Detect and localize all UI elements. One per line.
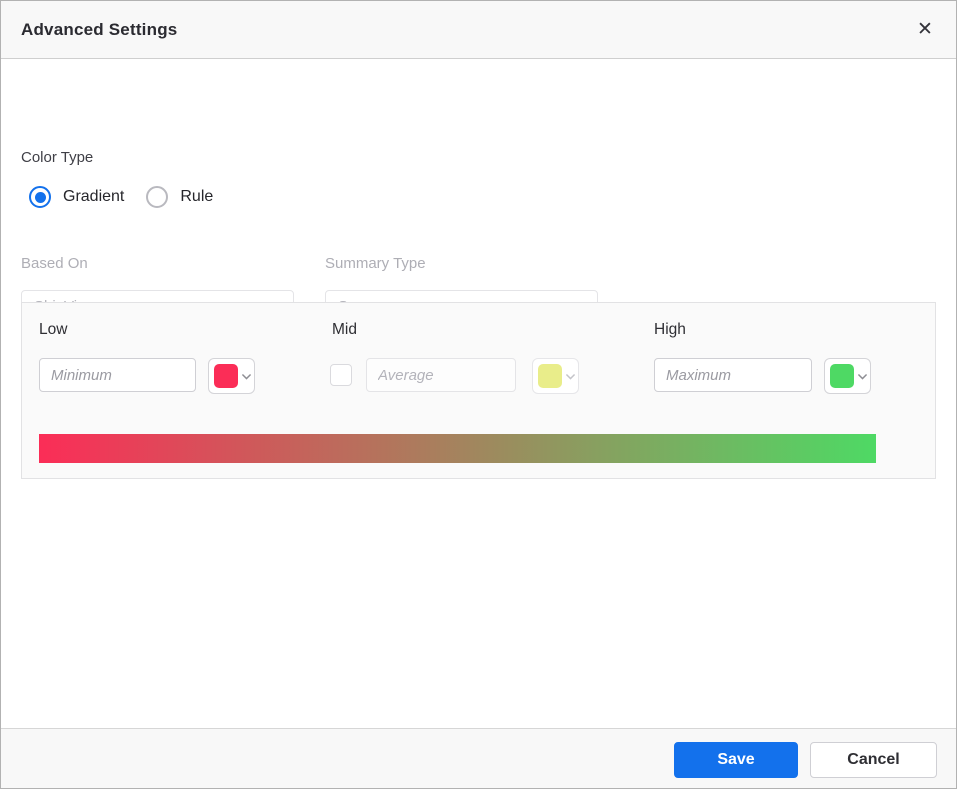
chevron-down-icon (240, 370, 253, 383)
based-on-label: Based On (21, 255, 88, 272)
high-color-swatch (830, 364, 854, 388)
low-label: Low (39, 321, 67, 339)
mid-checkbox[interactable] (330, 364, 352, 386)
close-icon[interactable]: ✕ (908, 13, 942, 47)
mid-label: Mid (332, 321, 357, 339)
dialog-content: Color Type Gradient Rule Based On ShipVi… (1, 59, 956, 728)
color-type-radio-group: Gradient Rule (29, 186, 235, 208)
gradient-range-panel: Low Mid High (21, 302, 936, 479)
low-color-swatch (214, 364, 238, 388)
low-color-picker-button[interactable] (208, 358, 255, 394)
summary-type-label: Summary Type (325, 255, 426, 272)
save-button[interactable]: Save (674, 742, 798, 778)
radio-rule[interactable]: Rule (146, 186, 213, 208)
dialog-footer: Save Cancel (1, 728, 956, 789)
radio-selected-icon (29, 186, 51, 208)
chevron-down-icon (564, 370, 577, 383)
mid-color-swatch (538, 364, 562, 388)
radio-gradient[interactable]: Gradient (29, 186, 124, 208)
radio-gradient-label: Gradient (63, 188, 124, 206)
high-label: High (654, 321, 686, 339)
minimum-input[interactable] (39, 358, 196, 392)
maximum-input[interactable] (654, 358, 812, 392)
radio-rule-label: Rule (180, 188, 213, 206)
radio-unselected-icon (146, 186, 168, 208)
high-color-picker-button[interactable] (824, 358, 871, 394)
cancel-button[interactable]: Cancel (810, 742, 937, 778)
average-input[interactable] (366, 358, 516, 392)
color-type-label: Color Type (21, 149, 93, 166)
mid-color-picker-button[interactable] (532, 358, 579, 394)
dialog-header: Advanced Settings ✕ (1, 1, 956, 59)
gradient-preview-bar (39, 434, 876, 463)
dialog-title: Advanced Settings (21, 20, 177, 40)
advanced-settings-dialog: Advanced Settings ✕ Color Type Gradient … (0, 0, 957, 789)
chevron-down-icon (856, 370, 869, 383)
